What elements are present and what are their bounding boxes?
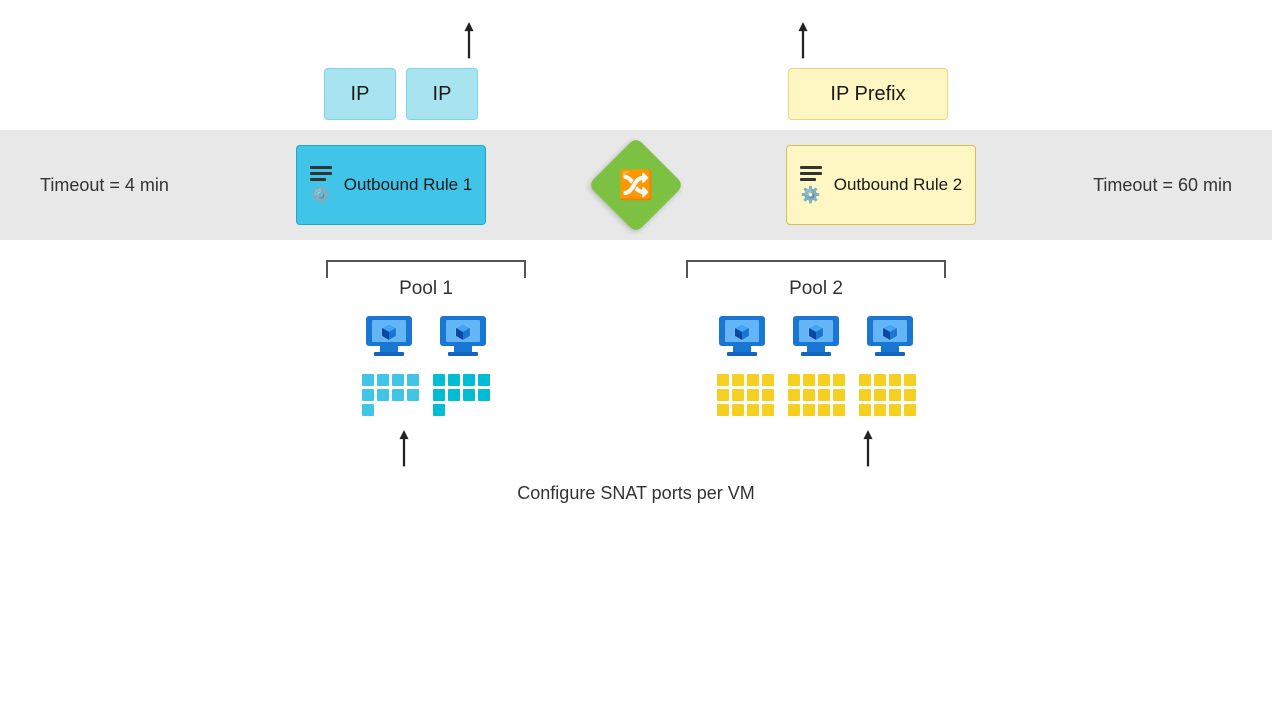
timeout-right-label: Timeout = 60 min	[1093, 175, 1232, 196]
pool-section: Pool 1	[0, 240, 1272, 416]
ip-prefix-box: IP Prefix	[788, 68, 948, 120]
nat-band: 🔀 Timeout = 4 min ⚙️ Outbound Rule 1	[0, 130, 1272, 240]
snat-grid-1	[362, 374, 419, 416]
ip-box-2: IP	[406, 68, 478, 120]
snat-grid-2	[433, 374, 490, 416]
arrow-bottom-left	[392, 430, 416, 475]
pool-1-label: Pool 1	[399, 278, 453, 300]
snat-grid-5	[859, 374, 916, 416]
pool-1-container: Pool 1	[326, 260, 526, 416]
arrow-bottom-right	[856, 430, 880, 475]
pool-2-container: Pool 2	[686, 260, 946, 416]
diagram: IP IP IP Prefix 🔀 Timeout = 4 min	[0, 0, 1272, 704]
outbound-rule-2: ⚙️ Outbound Rule 2	[786, 145, 976, 225]
vm-4	[789, 310, 843, 364]
bottom-arrows	[0, 430, 1272, 475]
pool-1-bracket	[326, 260, 526, 278]
pool-2-vms	[715, 310, 917, 364]
timeout-left-label: Timeout = 4 min	[40, 175, 169, 196]
ip-group-left: IP IP	[324, 68, 478, 120]
outbound-rule-1: ⚙️ Outbound Rule 1	[296, 145, 486, 225]
arrow-up-right	[791, 22, 815, 62]
pool-1-vms	[362, 310, 490, 364]
snat-grid-3	[717, 374, 774, 416]
snat-grid-4	[788, 374, 845, 416]
vm-5	[863, 310, 917, 364]
pool-2-snat-grids	[717, 374, 916, 416]
pool-2-bracket	[686, 260, 946, 278]
arrow-up-left	[457, 22, 481, 62]
configure-snat-label: Configure SNAT ports per VM	[517, 483, 754, 504]
gear-icon-1: ⚙️	[311, 185, 331, 205]
pool-1-snat-grids	[362, 374, 490, 416]
rule-2-icon: ⚙️	[800, 166, 822, 205]
vm-3	[715, 310, 769, 364]
gear-icon-2: ⚙️	[801, 185, 821, 205]
vm-2	[436, 310, 490, 364]
rule-1-icon: ⚙️	[310, 166, 332, 205]
pool-2-label: Pool 2	[789, 278, 843, 300]
rule-1-label: Outbound Rule 1	[344, 174, 473, 196]
vm-1	[362, 310, 416, 364]
ip-box-1: IP	[324, 68, 396, 120]
nat-gateway-icon: 🔀	[602, 151, 670, 219]
rule-2-label: Outbound Rule 2	[834, 174, 963, 196]
ip-prefix-group: IP Prefix	[788, 68, 948, 120]
